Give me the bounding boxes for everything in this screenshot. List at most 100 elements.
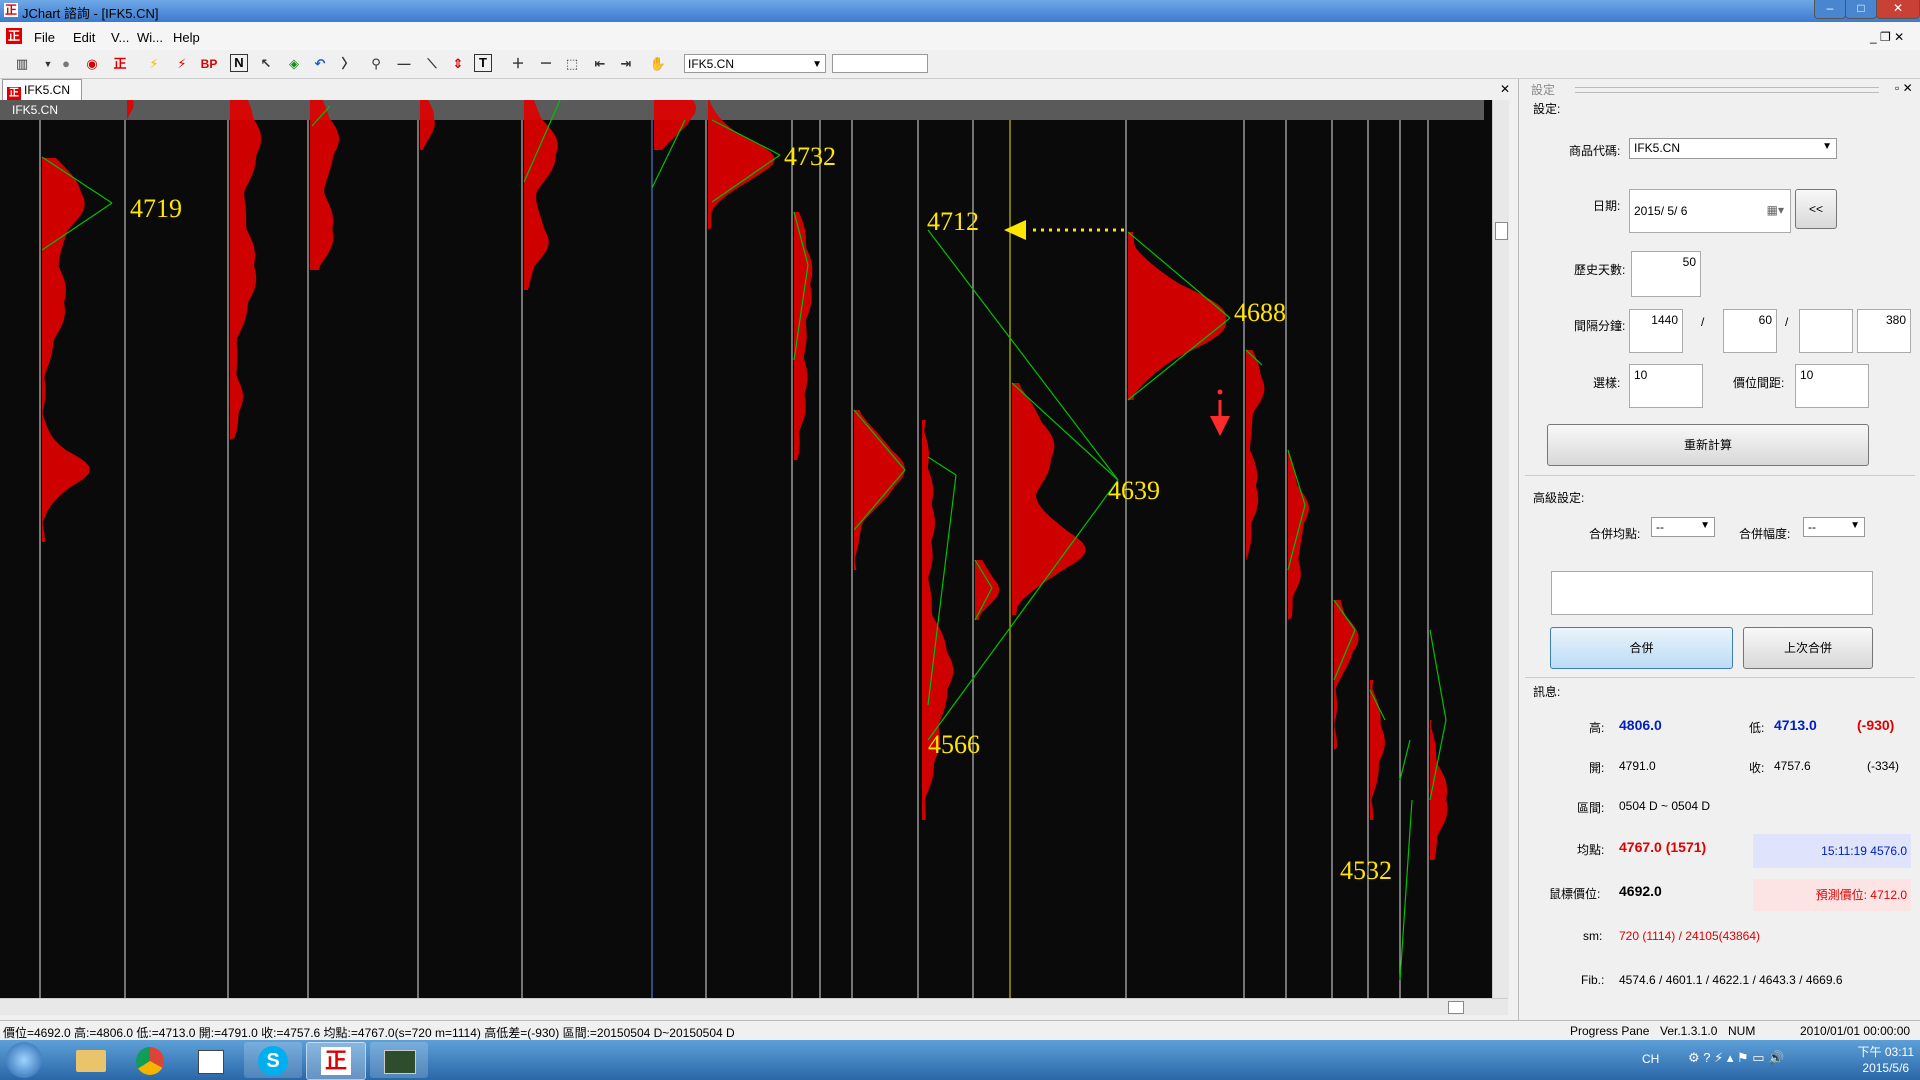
last-merge-button[interactable]: 上次合併 [1743, 627, 1873, 669]
menu-window[interactable]: Wi... [137, 30, 163, 45]
chart-close-icon[interactable]: ✕ [1500, 82, 1510, 96]
maximize-button[interactable]: □ [1845, 0, 1877, 19]
spacing-input[interactable]: 10 [1795, 364, 1869, 408]
start-button[interactable] [6, 1042, 42, 1078]
symbol-select[interactable]: IFK5.CN ▼ [684, 54, 826, 73]
notepad-icon[interactable] [182, 1042, 240, 1078]
mdi-controls[interactable]: _ ❐ ✕ [1870, 30, 1904, 44]
zoom-out-icon[interactable]: － [536, 54, 556, 74]
clock-date: 2015/5/6 [1862, 1061, 1910, 1075]
stop-icon[interactable]: ◉ [82, 54, 102, 74]
select-input[interactable]: 10 [1629, 364, 1703, 408]
merge-text-area[interactable] [1551, 571, 1873, 615]
chart-type-icon[interactable]: ▥ [12, 54, 32, 74]
interval-input-3[interactable] [1799, 309, 1853, 353]
explorer-icon[interactable] [62, 1042, 120, 1078]
scroll-thumb[interactable] [1495, 222, 1508, 240]
app-menu-icon[interactable]: 正 [6, 28, 22, 44]
eraser-icon[interactable]: ◈ [284, 54, 304, 74]
back-button[interactable]: << [1795, 189, 1837, 229]
lightning-yellow-icon[interactable]: ⚡ [144, 54, 164, 74]
title-bar: 正 JChart 諮詢 - [IFK5.CN] – □ ✕ [0, 0, 1920, 22]
profile-10 [854, 410, 905, 570]
ime-indicator[interactable]: CH [1642, 1052, 1659, 1066]
recalculate-button[interactable]: 重新計算 [1547, 424, 1869, 466]
jchart-task-icon[interactable]: 正 [306, 1042, 366, 1080]
symbol-dropdown[interactable]: IFK5.CN ▼ [1629, 138, 1837, 159]
text-tool-button[interactable]: T [474, 54, 492, 72]
close-button[interactable]: ✕ [1876, 0, 1920, 19]
select-box-icon[interactable]: ⬚ [562, 54, 582, 74]
date-value: 2015/ 5/ 6 [1634, 204, 1688, 218]
calendar-icon[interactable]: ▦▾ [1767, 203, 1784, 217]
arrow-down-icon [1210, 416, 1230, 436]
horizontal-line-icon[interactable]: — [394, 54, 414, 74]
tab-ifk5[interactable]: 正 IFK5.CN [2, 79, 82, 101]
merge-range-dropdown[interactable]: -- ▼ [1803, 517, 1865, 537]
trend-line-icon[interactable]: ⟍ [422, 54, 442, 74]
price-label-4688: 4688 [1234, 298, 1286, 327]
menu-edit[interactable]: Edit [73, 30, 95, 45]
undo-icon[interactable]: ↶ [310, 54, 330, 74]
panel-controls[interactable]: ▫ ✕ [1895, 81, 1913, 95]
merge-avg-dropdown[interactable]: -- ▼ [1651, 517, 1715, 537]
range-value: 0504 D ~ 0504 D [1619, 799, 1711, 813]
cursor-icon[interactable]: ↖ [256, 54, 276, 74]
guide-line [1429, 629, 1447, 721]
bp-button[interactable]: BP [198, 54, 220, 74]
lightning-red-icon[interactable]: ⚡ [172, 54, 192, 74]
guide-line [927, 456, 957, 476]
minimize-button[interactable]: – [1814, 0, 1846, 19]
history-days-input[interactable]: 50 [1631, 251, 1701, 297]
line-tool-icon[interactable]: 〉 [338, 54, 358, 74]
clock[interactable]: 下午 03:11 2015/5/6 [1858, 1044, 1914, 1076]
interval-input-1[interactable]: 1440 [1629, 309, 1683, 353]
tray-icons[interactable]: ⚙ ? ⚡ ▴ ⚑ ▭ 🔊 [1688, 1050, 1784, 1066]
toolbar-input[interactable] [832, 54, 928, 73]
status-num: NUM [1728, 1024, 1756, 1038]
menu-file[interactable]: File [34, 30, 55, 45]
chart-area[interactable]: IFK5.CN 4719 4732 4712 4688 4639 4566 45… [0, 100, 1502, 998]
record-icon[interactable]: ● [56, 54, 76, 74]
zoom-icon[interactable]: ⚲ [366, 54, 386, 74]
interval-separator: / [1785, 315, 1789, 329]
zoom-in-icon[interactable]: ＋ [508, 54, 528, 74]
price-label-4532: 4532 [1340, 856, 1392, 885]
toolbar: ▥ ▼ ● ◉ 正 ⚡ ⚡ BP N ↖ ◈ ↶ 〉 ⚲ — ⟍ ⇕ T ＋ －… [0, 50, 1920, 79]
close-value: 4757.6 [1774, 759, 1811, 773]
price-label-4719: 4719 [130, 194, 182, 223]
merge-button[interactable]: 合併 [1550, 627, 1733, 669]
interval-input-2[interactable]: 60 [1723, 309, 1777, 353]
app-logo-icon[interactable]: 正 [110, 54, 130, 74]
arrow-updown-icon[interactable]: ⇕ [448, 54, 468, 74]
profile-19 [1430, 720, 1448, 860]
skype-icon[interactable]: S [244, 1042, 302, 1078]
chart-horizontal-scrollbar[interactable] [0, 998, 1508, 1015]
dropdown-arrow-icon[interactable]: ▼ [38, 54, 58, 74]
hand-icon[interactable]: ✋ [648, 54, 668, 74]
history-days-label: 歷史天數: [1574, 263, 1626, 277]
scroll-right-icon[interactable]: ⇥ [616, 54, 636, 74]
chart-vertical-scrollbar[interactable] [1492, 100, 1509, 998]
profile-5 [420, 100, 435, 150]
menu-help[interactable]: Help [173, 30, 200, 45]
section-divider [1525, 677, 1915, 678]
profile-6 [524, 100, 558, 290]
scroll-thumb[interactable] [1448, 1001, 1464, 1014]
chevron-down-icon: ▼ [812, 59, 822, 70]
window-title: JChart 諮詢 - [IFK5.CN] [22, 6, 159, 21]
date-picker[interactable]: 2015/ 5/ 6 ▦▾ [1629, 189, 1791, 233]
terminal-icon[interactable] [370, 1042, 428, 1078]
profile-3 [230, 100, 262, 440]
sm-value: 720 (1114) / 24105(43864) [1619, 929, 1760, 943]
close-label: 收: [1749, 761, 1765, 775]
profile-7 [654, 100, 696, 150]
market-profile-chart [39, 100, 1448, 998]
n-button[interactable]: N [230, 54, 248, 72]
chrome-icon[interactable] [122, 1042, 180, 1078]
menu-view[interactable]: V... [111, 30, 129, 45]
close-diff: (-334) [1867, 759, 1900, 773]
scroll-left-icon[interactable]: ⇤ [590, 54, 610, 74]
profile-15 [1246, 350, 1265, 560]
interval-input-4[interactable]: 380 [1857, 309, 1911, 353]
